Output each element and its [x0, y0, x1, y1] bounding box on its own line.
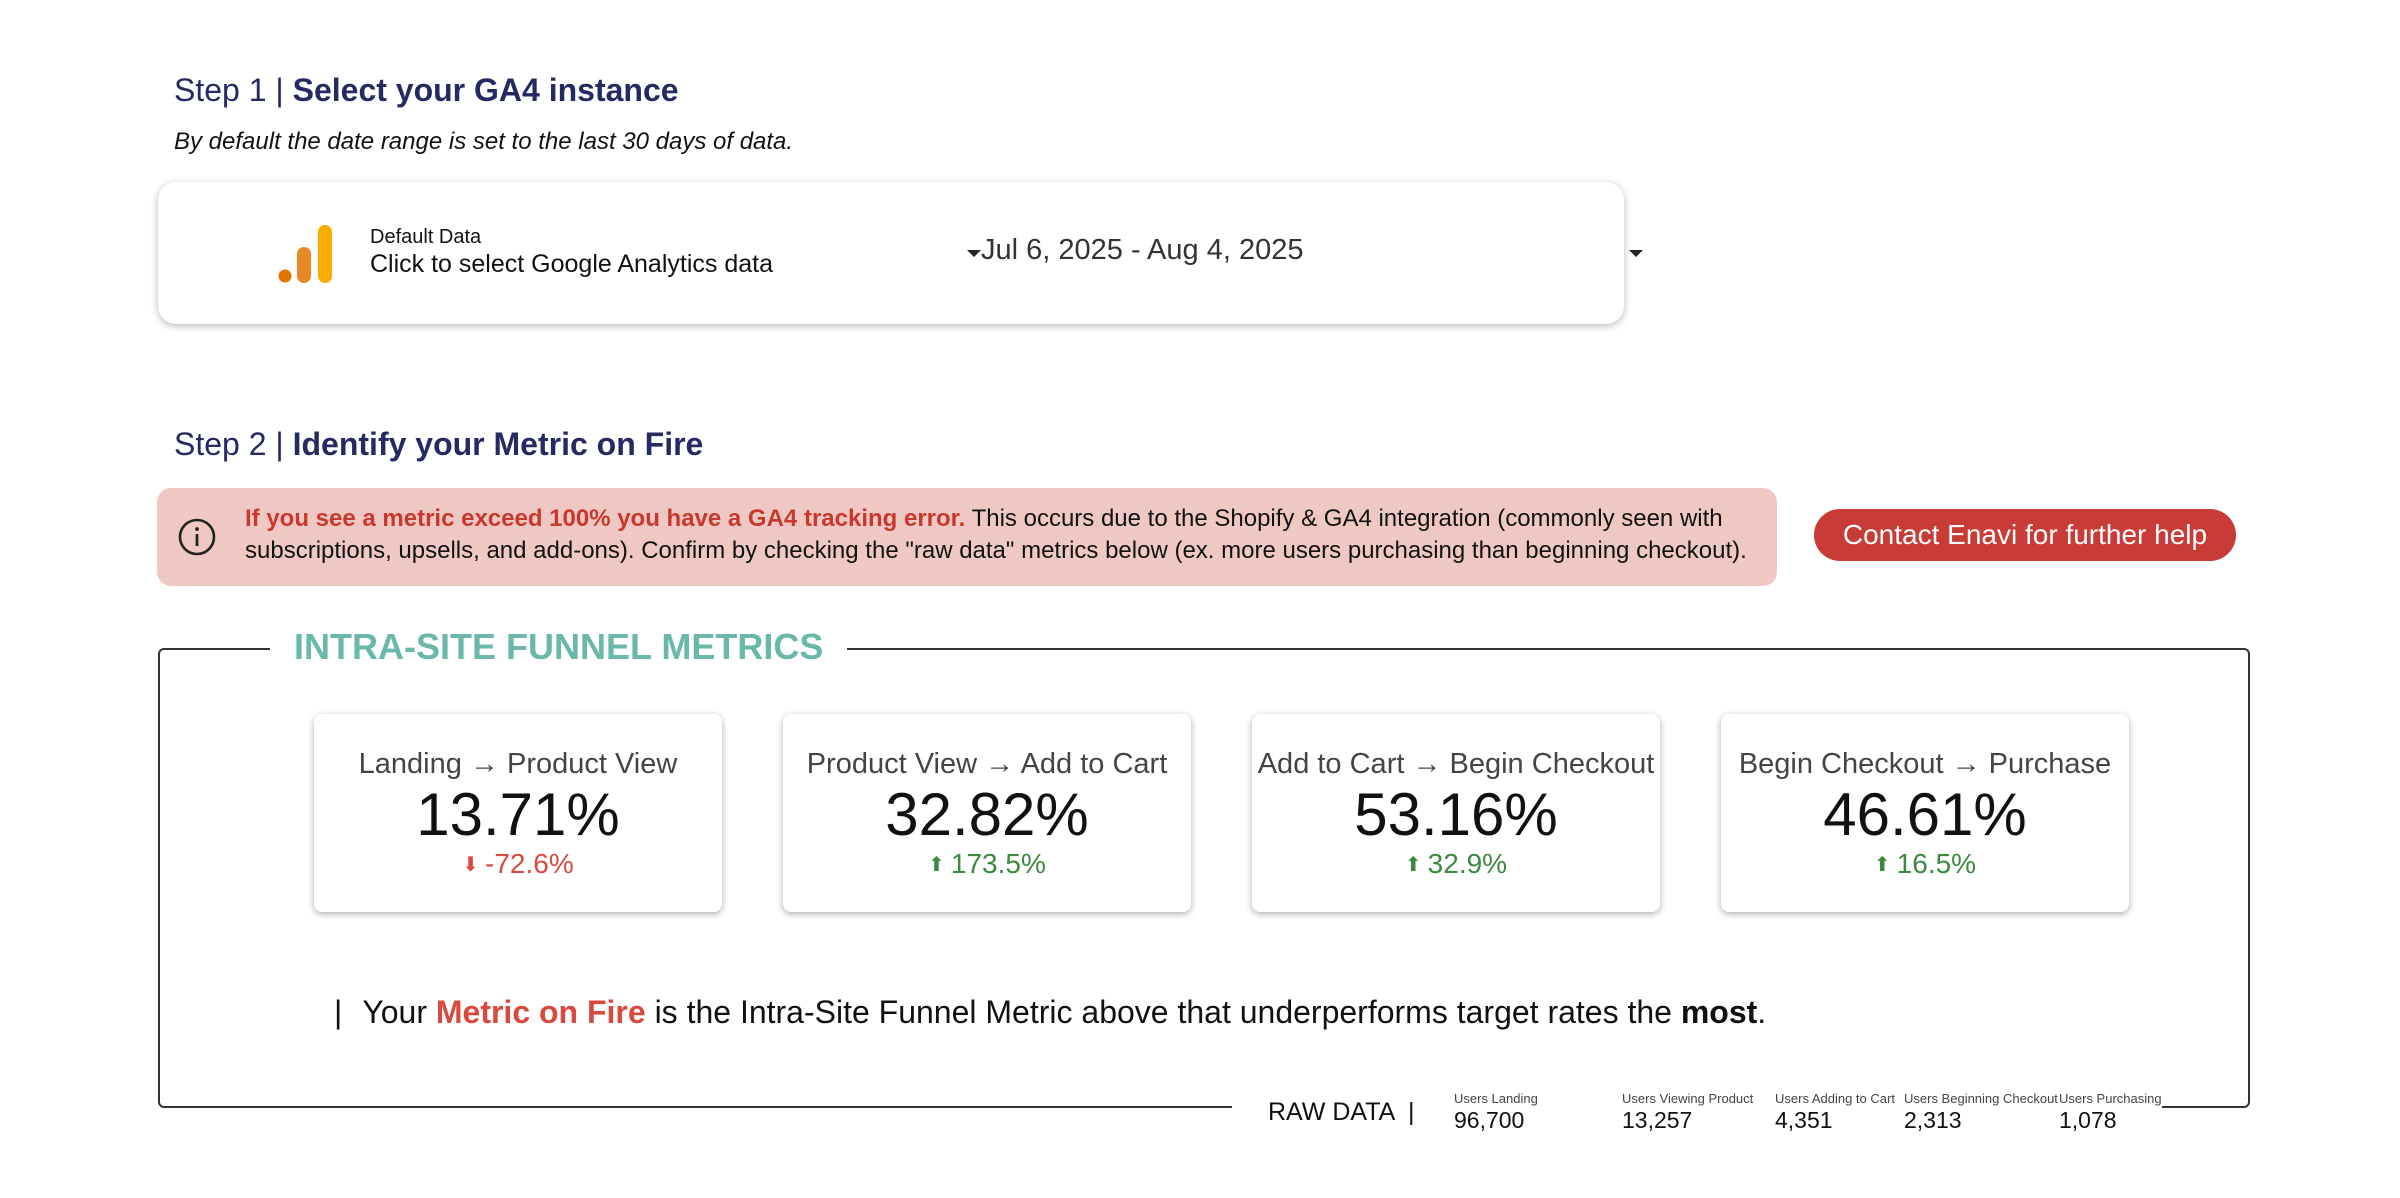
chevron-down-icon[interactable] [1629, 250, 1643, 257]
raw-stat-value: 4,351 [1775, 1107, 1833, 1133]
raw-stat-value: 13,257 [1622, 1107, 1693, 1133]
data-source-value: Click to select Google Analytics data [370, 250, 773, 278]
metric-on-fire-highlight: Metric on Fire [435, 994, 646, 1030]
metric-label: Landing → Product View [358, 748, 678, 780]
metric-delta-value: -72.6% [485, 848, 574, 879]
statement-bold: most [1680, 994, 1758, 1030]
raw-stat-value: 1,078 [2059, 1107, 2117, 1133]
arrow-down-icon: ⬇ [462, 854, 480, 876]
raw-data-title: RAW DATA [1268, 1098, 1396, 1126]
raw-stat-users-purchasing: Users Purchasing 1,078 [2059, 1092, 2162, 1134]
metric-card-product-view-add-to-cart: Product View → Add to Cart 32.82% ⬆ 173.5… [783, 714, 1191, 912]
info-circle-icon [178, 518, 216, 556]
arrow-up-icon: ⬆ [1873, 854, 1891, 876]
contact-enavi-button[interactable]: Contact Enavi for further help [1814, 509, 2236, 561]
raw-data-separator: | [1408, 1098, 1415, 1126]
metric-value: 32.82% [885, 781, 1089, 848]
date-range-value: Jul 6, 2025 - Aug 4, 2025 [981, 234, 1304, 266]
arrow-up-icon: ⬆ [1404, 854, 1422, 876]
data-source-label: Default Data [370, 226, 482, 248]
alert-strong-text: If you see a metric exceed 100% you have… [245, 505, 966, 532]
raw-stat-users-beginning-checkout: Users Beginning Checkout 2,313 [1904, 1092, 2058, 1134]
step1-heading: Step 1 | Select your GA4 instance [174, 72, 679, 109]
tracking-error-alert: If you see a metric exceed 100% you have… [157, 488, 1777, 586]
step2-prefix: Step 2 | [174, 426, 293, 462]
alert-message: If you see a metric exceed 100% you have… [245, 503, 1775, 567]
data-source-selector[interactable]: Default Data Click to select Google Anal… [358, 212, 998, 296]
step1-title: Select your GA4 instance [292, 72, 679, 108]
metric-delta: ⬆ 16.5% [1721, 848, 2129, 880]
metric-card-add-to-cart-begin-checkout: Add to Cart → Begin Checkout 53.16% ⬆ 32.… [1252, 714, 1660, 912]
step1-prefix: Step 1 | [174, 72, 293, 108]
statement-end: . [1757, 994, 1767, 1030]
raw-stat-users-adding-to-cart: Users Adding to Cart 4,351 [1775, 1092, 1895, 1134]
raw-stat-label: Users Beginning Checkout [1904, 1091, 2058, 1106]
funnel-title: INTRA-SITE FUNNEL METRICS [270, 626, 848, 668]
metric-delta-value: 173.5% [950, 848, 1046, 879]
google-analytics-icon [278, 225, 332, 283]
metric-delta-value: 32.9% [1427, 848, 1508, 879]
metric-value: 13.71% [416, 781, 620, 848]
metric-card-landing-product-view: Landing → Product View 13.71% ⬇ -72.6% [314, 714, 722, 912]
data-controls-card: Default Data Click to select Google Anal… [158, 182, 1643, 324]
metric-card-begin-checkout-purchase: Begin Checkout → Purchase 46.61% ⬆ 16.5% [1721, 714, 2129, 912]
raw-stat-value: 2,313 [1904, 1107, 1962, 1133]
metric-on-fire-statement: | Your Metric on Fire is the Intra-Site F… [334, 994, 1766, 1031]
raw-stat-label: Users Viewing Product [1622, 1091, 1754, 1106]
metric-label: Add to Cart → Begin Checkout [1257, 748, 1655, 780]
metric-delta: ⬆ 173.5% [783, 848, 1191, 880]
raw-stat-label: Users Purchasing [2059, 1091, 2162, 1106]
metric-delta: ⬆ 32.9% [1252, 848, 1660, 880]
step2-heading: Step 2 | Identify your Metric on Fire [174, 426, 703, 463]
metric-value: 53.16% [1354, 781, 1558, 848]
raw-stat-users-viewing-product: Users Viewing Product 13,257 [1622, 1092, 1753, 1134]
raw-stat-users-landing: Users Landing 96,700 [1454, 1092, 1538, 1134]
raw-stat-label: Users Adding to Cart [1775, 1091, 1895, 1106]
metric-delta: ⬇ -72.6% [314, 848, 722, 880]
arrow-up-icon: ⬆ [928, 854, 945, 876]
date-range-note: By default the date range is set to the … [174, 128, 794, 155]
metric-delta-value: 16.5% [1896, 848, 1977, 879]
metric-label: Product View → Add to Cart [806, 748, 1168, 780]
raw-stat-value: 96,700 [1454, 1107, 1525, 1133]
metric-value: 46.61% [1823, 781, 2027, 848]
metric-label: Begin Checkout → Purchase [1738, 748, 2112, 780]
raw-stat-label: Users Landing [1454, 1091, 1538, 1106]
statement-middle: is the Intra-Site Funnel Metric above th… [645, 994, 1681, 1030]
raw-data-strip: RAW DATA | Users Landing 96,700 Users Vi… [1232, 1086, 2162, 1136]
statement-pipe: | [334, 994, 343, 1030]
step2-title: Identify your Metric on Fire [292, 426, 704, 462]
statement-before: Your [362, 994, 436, 1030]
date-range-selector[interactable]: Jul 6, 2025 - Aug 4, 2025 [958, 212, 1658, 296]
